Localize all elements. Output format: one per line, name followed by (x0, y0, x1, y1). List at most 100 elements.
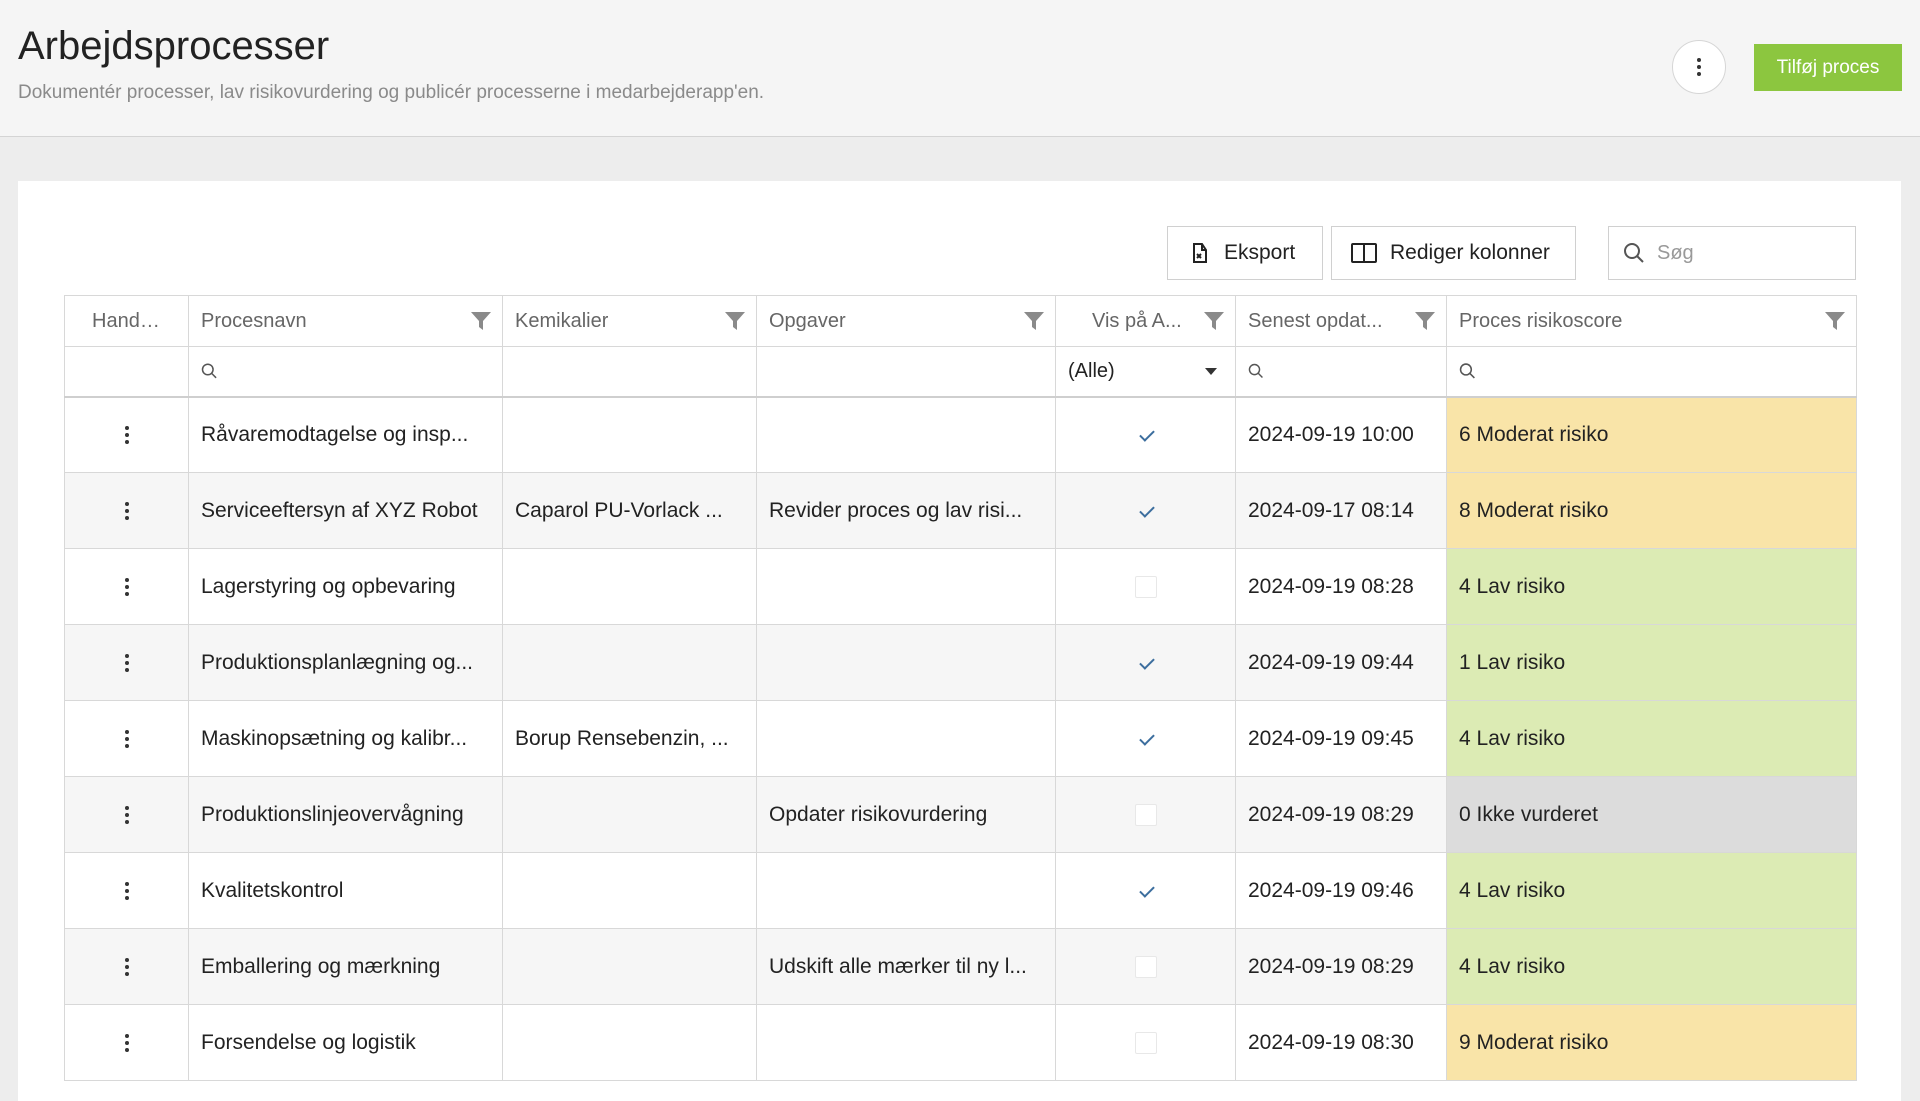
row-action-cell[interactable] (64, 624, 189, 701)
risk-score-cell: 6 Moderat risiko (1446, 396, 1857, 473)
export-button[interactable]: Eksport (1167, 226, 1323, 280)
chemicals-cell: Borup Rensebenzin, ... (502, 700, 757, 777)
row-menu-icon[interactable] (124, 426, 129, 445)
table-row[interactable]: Forsendelse og logistik 2024-09-19 08:30 9… (64, 1004, 1857, 1081)
visible-checkbox[interactable] (1134, 955, 1157, 978)
column-header-label: Procesnavn (201, 309, 307, 332)
page-header: Arbejdsprocesser Dokumentér processer, l… (0, 0, 1920, 137)
edit-columns-button[interactable]: Rediger kolonner (1331, 226, 1576, 280)
filter-cell-visible[interactable]: (Alle) (1055, 346, 1236, 398)
visible-checkbox[interactable] (1134, 575, 1157, 598)
visible-checkbox[interactable] (1135, 880, 1157, 902)
search-box[interactable] (1608, 226, 1856, 280)
row-action-cell[interactable] (64, 396, 189, 473)
row-action-cell[interactable] (64, 1004, 189, 1081)
table-row[interactable]: Kvalitetskontrol 2024-09-19 09:46 4 Lav ri… (64, 852, 1857, 929)
chemicals-cell (502, 928, 757, 1005)
search-icon (1624, 243, 1644, 263)
filter-icon[interactable] (1414, 310, 1436, 332)
row-menu-icon[interactable] (124, 653, 129, 672)
header-row: Handling Procesnavn Kemikalier Opgaver V… (64, 295, 1857, 347)
column-header-updated[interactable]: Senest opdat... (1235, 295, 1447, 347)
updated-filter-input[interactable] (1269, 356, 1434, 387)
visible-cell (1055, 396, 1236, 473)
process-name-cell[interactable]: Forsendelse og logistik (188, 1004, 503, 1081)
search-icon (1459, 363, 1475, 379)
more-options-button[interactable] (1672, 40, 1726, 94)
table-row[interactable]: Serviceeftersyn af XYZ Robot Caparol PU-V… (64, 472, 1857, 549)
export-label: Eksport (1224, 241, 1296, 264)
visible-cell (1055, 700, 1236, 777)
filter-icon[interactable] (470, 310, 492, 332)
row-menu-icon[interactable] (124, 805, 129, 824)
process-name-cell[interactable]: Serviceeftersyn af XYZ Robot (188, 472, 503, 549)
chemicals-cell (502, 548, 757, 625)
table-row[interactable]: Råvaremodtagelse og insp... 2024-09-19 10… (64, 396, 1857, 473)
filter-cell-updated[interactable] (1235, 346, 1447, 398)
updated-cell: 2024-09-17 08:14 (1235, 472, 1447, 549)
column-header-chemicals[interactable]: Kemikalier (502, 295, 757, 347)
table-row[interactable]: Emballering og mærkning Udskift alle mærk… (64, 928, 1857, 1005)
column-header-visible[interactable]: Vis på A... (1055, 295, 1236, 347)
row-action-cell[interactable] (64, 472, 189, 549)
filter-cell-process-name[interactable] (188, 346, 503, 398)
row-menu-icon[interactable] (124, 501, 129, 520)
row-menu-icon[interactable] (124, 957, 129, 976)
visible-checkbox[interactable] (1135, 728, 1157, 750)
risk-score-cell: 9 Moderat risiko (1446, 1004, 1857, 1081)
visible-checkbox[interactable] (1135, 424, 1157, 446)
row-action-cell[interactable] (64, 548, 189, 625)
risk-score-cell: 1 Lav risiko (1446, 624, 1857, 701)
risk-score-cell: 0 Ikke vurderet (1446, 776, 1857, 853)
visibility-filter-select[interactable]: (Alle) (1068, 360, 1223, 383)
table-row[interactable]: Maskinopsætning og kalibr... Borup Renseb… (64, 700, 1857, 777)
updated-cell: 2024-09-19 08:28 (1235, 548, 1447, 625)
chemicals-cell (502, 776, 757, 853)
visible-checkbox[interactable] (1134, 1031, 1157, 1054)
filter-cell-risk[interactable] (1446, 346, 1857, 398)
table-row[interactable]: Lagerstyring og opbevaring 2024-09-19 08:… (64, 548, 1857, 625)
row-action-cell[interactable] (64, 776, 189, 853)
search-input[interactable] (1657, 241, 1837, 265)
row-action-cell[interactable] (64, 852, 189, 929)
process-name-filter-input[interactable] (223, 356, 490, 387)
visible-cell (1055, 776, 1236, 853)
process-name-cell[interactable]: Maskinopsætning og kalibr... (188, 700, 503, 777)
row-menu-icon[interactable] (124, 577, 129, 596)
filter-cell-tasks (756, 346, 1056, 398)
chemicals-cell (502, 624, 757, 701)
risk-filter-input[interactable] (1481, 356, 1844, 387)
process-name-cell[interactable]: Råvaremodtagelse og insp... (188, 396, 503, 473)
risk-score-cell: 8 Moderat risiko (1446, 472, 1857, 549)
process-name-cell[interactable]: Produktionslinjeovervågning (188, 776, 503, 853)
row-action-cell[interactable] (64, 928, 189, 1005)
updated-cell: 2024-09-19 08:30 (1235, 1004, 1447, 1081)
row-menu-icon[interactable] (124, 1033, 129, 1052)
visible-checkbox[interactable] (1135, 652, 1157, 674)
visible-checkbox[interactable] (1134, 803, 1157, 826)
process-name-cell[interactable]: Lagerstyring og opbevaring (188, 548, 503, 625)
filter-icon[interactable] (1023, 310, 1045, 332)
row-action-cell[interactable] (64, 700, 189, 777)
column-header-process-name[interactable]: Procesnavn (188, 295, 503, 347)
process-name-cell[interactable]: Emballering og mærkning (188, 928, 503, 1005)
process-name-cell[interactable]: Produktionsplanlægning og... (188, 624, 503, 701)
tasks-cell (756, 624, 1056, 701)
filter-icon[interactable] (1203, 310, 1225, 332)
table-row[interactable]: Produktionslinjeovervågning Opdater risik… (64, 776, 1857, 853)
add-process-button[interactable]: Tilføj proces (1754, 44, 1902, 91)
column-header-tasks[interactable]: Opgaver (756, 295, 1056, 347)
process-name-cell[interactable]: Kvalitetskontrol (188, 852, 503, 929)
tasks-cell (756, 852, 1056, 929)
filter-icon[interactable] (1824, 310, 1846, 332)
visible-checkbox[interactable] (1135, 500, 1157, 522)
column-header-risk[interactable]: Proces risikoscore (1446, 295, 1857, 347)
column-header-label: Kemikalier (515, 309, 609, 332)
filter-cell-chemicals (502, 346, 757, 398)
row-menu-icon[interactable] (124, 729, 129, 748)
row-menu-icon[interactable] (124, 881, 129, 900)
caret-down-icon (1205, 367, 1217, 375)
table-row[interactable]: Produktionsplanlægning og... 2024-09-19 0… (64, 624, 1857, 701)
column-header-action: Handling (64, 295, 189, 347)
filter-icon[interactable] (724, 310, 746, 332)
